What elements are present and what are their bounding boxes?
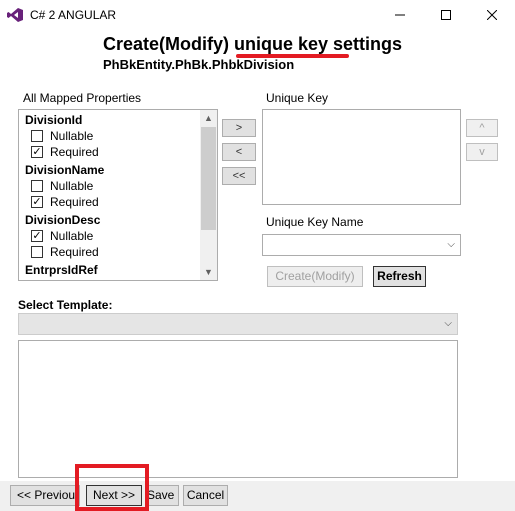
unique-key-name-label: Unique Key Name — [266, 215, 364, 229]
page-title: Create(Modify) unique key settings — [103, 34, 403, 54]
remove-all-button[interactable]: << — [222, 167, 256, 185]
scroll-up-icon[interactable]: ▲ — [200, 110, 217, 126]
checkbox-label: Required — [50, 145, 99, 159]
previous-button[interactable]: << Previous — [10, 485, 80, 506]
divisionid-required-checkbox[interactable]: ✓ Required — [19, 144, 201, 160]
check-icon[interactable]: ✓ — [31, 230, 43, 242]
select-template-label: Select Template: — [18, 298, 113, 312]
refresh-button[interactable]: Refresh — [373, 266, 426, 287]
checkbox-label: Required — [50, 245, 99, 259]
mapped-properties-label: All Mapped Properties — [23, 91, 142, 105]
chevron-down-icon: ⌵ — [444, 318, 452, 329]
divisiondesc-required-checkbox[interactable]: Required — [19, 244, 201, 260]
visual-studio-icon — [7, 8, 23, 22]
checkbox-label: Nullable — [50, 129, 94, 143]
checkbox-label: Nullable — [50, 229, 94, 243]
scroll-down-icon[interactable]: ▼ — [200, 264, 217, 280]
remove-from-key-button[interactable]: < — [222, 143, 256, 161]
maximize-button[interactable] — [423, 0, 469, 30]
checkbox-box[interactable] — [31, 246, 43, 258]
template-output-textarea[interactable] — [18, 340, 458, 478]
checkbox-box[interactable] — [31, 180, 43, 192]
property-entrprsidref[interactable]: EntrprsIdRef — [19, 262, 201, 278]
property-divisionid[interactable]: DivisionId — [19, 112, 201, 128]
divisionname-nullable-checkbox[interactable]: Nullable — [19, 178, 201, 194]
scroll-thumb[interactable] — [201, 127, 216, 230]
mapped-properties-list[interactable]: DivisionId Nullable ✓ Required DivisionNa… — [18, 109, 218, 281]
unique-key-label: Unique Key — [266, 91, 329, 105]
check-icon[interactable]: ✓ — [31, 146, 43, 158]
title-bar: C# 2 ANGULAR — [0, 0, 515, 30]
divisionname-required-checkbox[interactable]: ✓ Required — [19, 194, 201, 210]
close-button[interactable] — [469, 0, 515, 30]
annotation-highlight-box — [75, 464, 149, 511]
checkbox-box[interactable] — [31, 130, 43, 142]
minimize-button[interactable] — [377, 0, 423, 30]
checkbox-label: Nullable — [50, 179, 94, 193]
check-icon[interactable]: ✓ — [31, 196, 43, 208]
cancel-button[interactable]: Cancel — [183, 485, 228, 506]
close-icon — [487, 10, 497, 20]
property-divisiondesc[interactable]: DivisionDesc — [19, 212, 201, 228]
template-combo[interactable]: ⌵ — [18, 313, 458, 335]
minimize-icon — [395, 14, 405, 16]
maximize-icon — [441, 10, 451, 20]
save-button[interactable]: Save — [146, 485, 179, 506]
chevron-down-icon: ⌵ — [447, 239, 455, 250]
move-down-button[interactable]: v — [466, 143, 498, 161]
add-to-key-button[interactable]: > — [222, 119, 256, 137]
window-title: C# 2 ANGULAR — [30, 8, 117, 22]
move-up-button[interactable]: ^ — [466, 119, 498, 137]
unique-key-list[interactable] — [262, 109, 461, 205]
divisionid-nullable-checkbox[interactable]: Nullable — [19, 128, 201, 144]
property-divisionname[interactable]: DivisionName — [19, 162, 201, 178]
vertical-scrollbar[interactable]: ▲ ▼ — [200, 110, 217, 280]
entity-subtitle: PhBkEntity.PhBk.PhbkDivision — [103, 57, 295, 72]
unique-key-name-combo[interactable]: ⌵ — [262, 234, 461, 256]
divisiondesc-nullable-checkbox[interactable]: ✓ Nullable — [19, 228, 201, 244]
create-modify-button[interactable]: Create(Modify) — [267, 266, 363, 287]
checkbox-label: Required — [50, 195, 99, 209]
